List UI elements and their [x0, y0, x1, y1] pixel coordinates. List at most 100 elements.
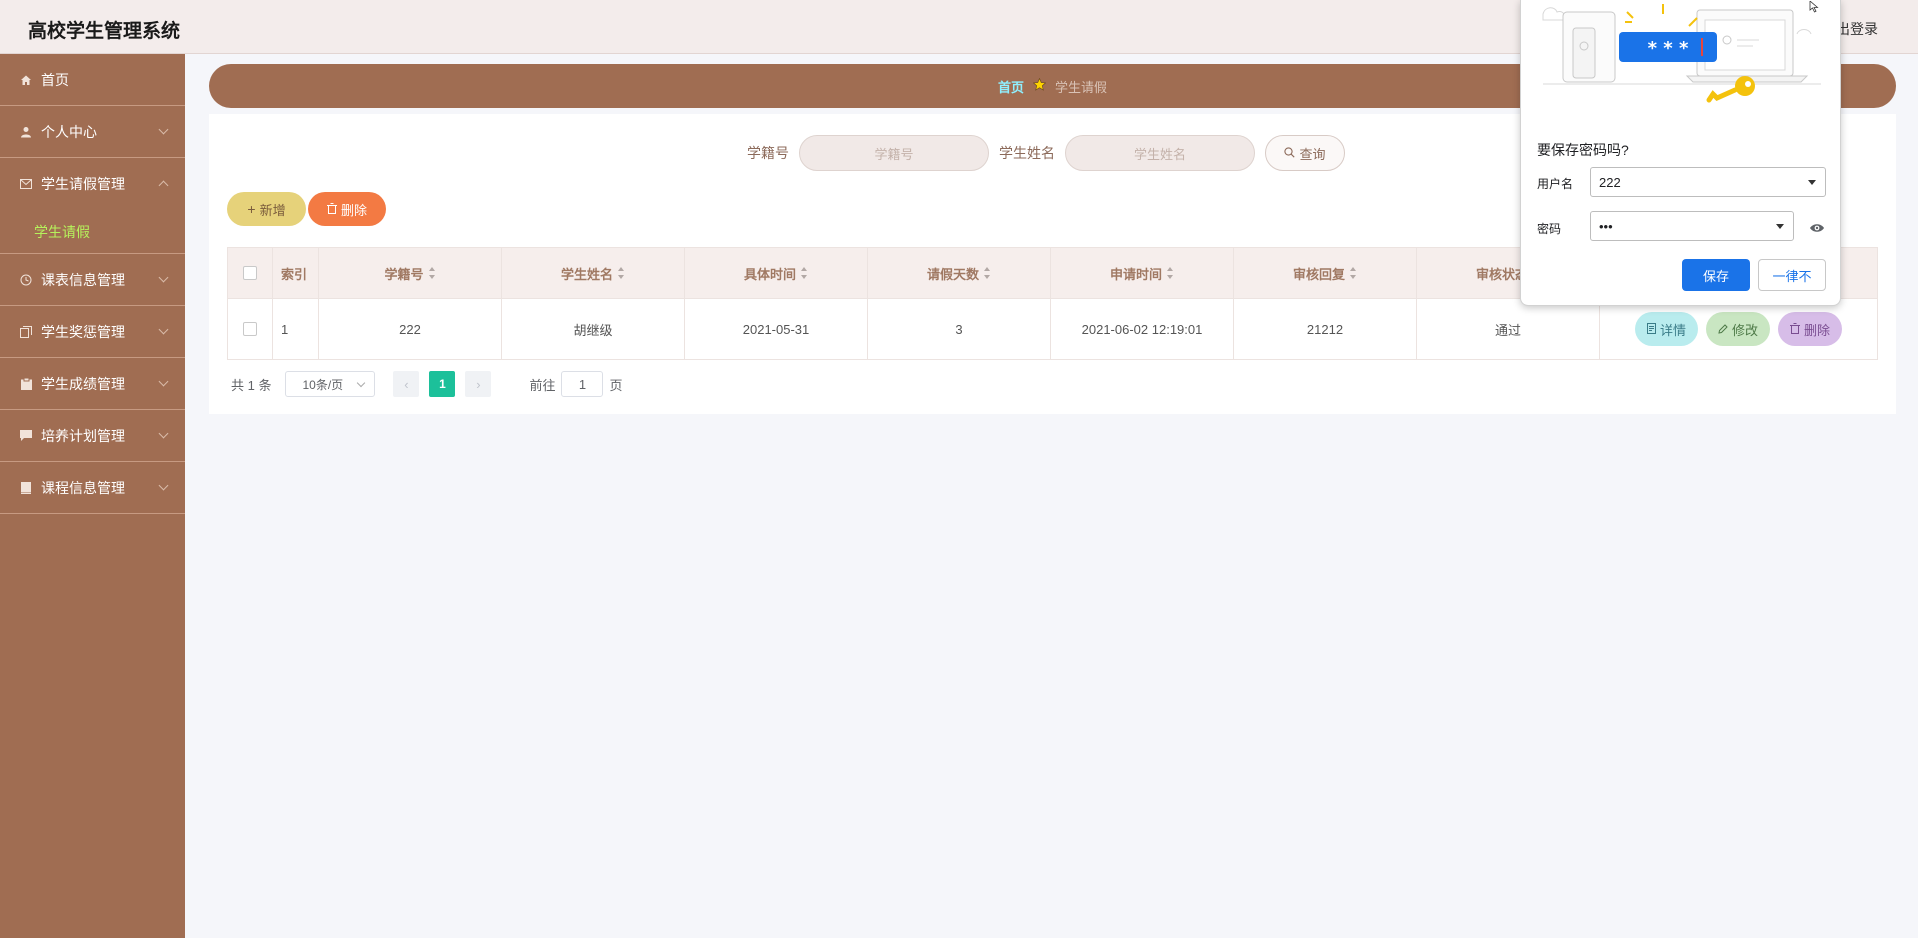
cell-apply-time: 2021-06-02 12:19:01: [1051, 299, 1234, 359]
select-all-checkbox[interactable]: [243, 266, 257, 280]
cell-days: 3: [868, 299, 1051, 359]
never-save-button[interactable]: 一律不: [1758, 259, 1826, 291]
column-header-label: 请假天数: [926, 266, 979, 282]
app-title: 高校学生管理系统: [28, 21, 181, 42]
sidebar-item-label: 学生成绩管理: [41, 375, 125, 392]
chevron-left-icon: ‹: [404, 376, 409, 392]
breadcrumb-home[interactable]: 首页: [998, 77, 1024, 96]
sidebar-item-label: 课程信息管理: [41, 479, 125, 496]
goto-prefix: 前往: [529, 377, 556, 393]
save-password-button[interactable]: 保存: [1682, 259, 1750, 291]
chevron-down-icon: [158, 272, 169, 283]
password-select[interactable]: •••: [1590, 211, 1794, 241]
query-button[interactable]: 查询: [1265, 135, 1345, 171]
detail-button[interactable]: 详情: [1634, 312, 1698, 346]
chevron-up-icon: [158, 180, 169, 191]
breadcrumb-current: 学生请假: [1055, 79, 1108, 95]
save-password-question: 要保存密码吗?: [1537, 142, 1629, 158]
copy-icon: [20, 325, 32, 338]
column-header-date[interactable]: 具体时间: [685, 248, 868, 298]
sidebar-item-label: 课表信息管理: [41, 271, 125, 288]
page-size-select[interactable]: 10条/页: [285, 371, 376, 397]
select-all-cell: [228, 248, 273, 298]
row-delete-button[interactable]: 删除: [1778, 312, 1843, 346]
cell-reply: 21212: [1234, 299, 1417, 359]
chevron-down-icon: [158, 480, 169, 491]
prev-page-button[interactable]: ‹: [393, 371, 420, 397]
column-header-label: 具体时间: [743, 266, 796, 282]
sort-icon[interactable]: [618, 267, 625, 279]
illustration-stars: * * *: [1648, 38, 1689, 59]
cell-operations: 详情 修改 删除: [1600, 299, 1877, 359]
goto-suffix: 页: [609, 377, 623, 393]
sidebar-item-courses[interactable]: 课程信息管理: [0, 462, 185, 514]
row-delete-button-label: 删除: [1804, 322, 1831, 338]
page-number-current[interactable]: 1: [429, 371, 456, 397]
star-icon: [1032, 77, 1047, 94]
sort-icon[interactable]: [428, 267, 436, 279]
pagination: 共 1 条 10条/页 ‹ 1 › 前往 1 页: [231, 371, 623, 397]
document-icon: [1646, 322, 1656, 337]
cell-student-id: 222: [319, 299, 502, 359]
password-illustration: * * *: [1521, 0, 1842, 120]
sidebar-subitem-student-leave[interactable]: 学生请假: [0, 210, 185, 254]
column-header-reply[interactable]: 审核回复: [1234, 248, 1417, 298]
sort-icon[interactable]: [1350, 267, 1357, 279]
trash-icon: [326, 202, 337, 217]
sidebar-item-label: 培养计划管理: [41, 427, 125, 444]
column-header-label: 学生姓名: [560, 266, 613, 282]
chevron-down-icon: [158, 428, 169, 439]
sidebar-item-grades[interactable]: 学生成绩管理: [0, 358, 185, 410]
sidebar-item-profile[interactable]: 个人中心: [0, 106, 185, 158]
total-count: 共 1 条: [231, 377, 272, 393]
book-icon: [20, 481, 32, 494]
clock-icon: [20, 274, 32, 286]
mail-icon: [20, 178, 32, 190]
row-checkbox[interactable]: [243, 322, 257, 336]
goto-page-input[interactable]: 1: [561, 371, 604, 397]
add-button[interactable]: + 新增: [227, 192, 306, 226]
chevron-down-icon: [158, 324, 169, 335]
chevron-down-icon: [158, 124, 169, 135]
search-bar: 学籍号 学籍号 学生姓名 学生姓名 查询: [747, 135, 1345, 171]
sidebar-item-home[interactable]: 首页: [0, 54, 185, 106]
sidebar-item-rewards[interactable]: 学生奖惩管理: [0, 306, 185, 358]
column-header-student-name[interactable]: 学生姓名: [502, 248, 685, 298]
delete-button[interactable]: 删除: [308, 192, 386, 226]
sidebar: 首页 个人中心 学生请假管理 学生请假 课表信息管理 学生奖惩管理 学生成绩管理: [0, 54, 185, 938]
detail-button-label: 详情: [1659, 322, 1686, 338]
cell-status: 通过: [1417, 299, 1600, 359]
column-header-student-id[interactable]: 学籍号: [319, 248, 502, 298]
edit-button[interactable]: 修改: [1705, 312, 1770, 346]
column-header-days[interactable]: 请假天数: [868, 248, 1051, 298]
save-password-popup: * * * 要保存密码吗? 用户名 222 密码 ••• 保存 一律不: [1520, 0, 1841, 306]
student-name-label: 学生姓名: [999, 145, 1055, 161]
chevron-down-icon: [158, 376, 169, 387]
home-icon: [20, 74, 32, 86]
user-icon: [20, 126, 32, 138]
sidebar-item-timetable[interactable]: 课表信息管理: [0, 254, 185, 306]
mouse-cursor-icon: [1808, 0, 1822, 13]
cell-student-name: 胡继级: [502, 299, 685, 359]
sidebar-item-label: 学生奖惩管理: [41, 323, 125, 340]
sort-icon[interactable]: [1167, 267, 1174, 279]
query-button-label: 查询: [1299, 146, 1326, 162]
delete-button-label: 删除: [340, 202, 367, 218]
logout-link[interactable]: 出登录: [1836, 19, 1878, 39]
student-name-input[interactable]: 学生姓名: [1065, 135, 1255, 171]
pencil-icon: [1718, 322, 1728, 337]
chat-icon: [20, 430, 32, 442]
column-header-label: 审核回复: [1292, 266, 1345, 282]
username-select[interactable]: 222: [1590, 167, 1826, 197]
column-header-apply-time[interactable]: 申请时间: [1051, 248, 1234, 298]
sort-icon[interactable]: [801, 267, 808, 279]
sidebar-item-training-plan[interactable]: 培养计划管理: [0, 410, 185, 462]
column-header-label: 学籍号: [384, 266, 424, 282]
eye-icon[interactable]: [1809, 221, 1825, 233]
sort-icon[interactable]: [984, 267, 991, 279]
sidebar-item-label: 个人中心: [41, 123, 97, 140]
sidebar-item-leave-management[interactable]: 学生请假管理: [0, 158, 185, 210]
column-header-index: 索引: [273, 248, 319, 298]
next-page-button[interactable]: ›: [465, 371, 492, 397]
student-id-input[interactable]: 学籍号: [799, 135, 989, 171]
